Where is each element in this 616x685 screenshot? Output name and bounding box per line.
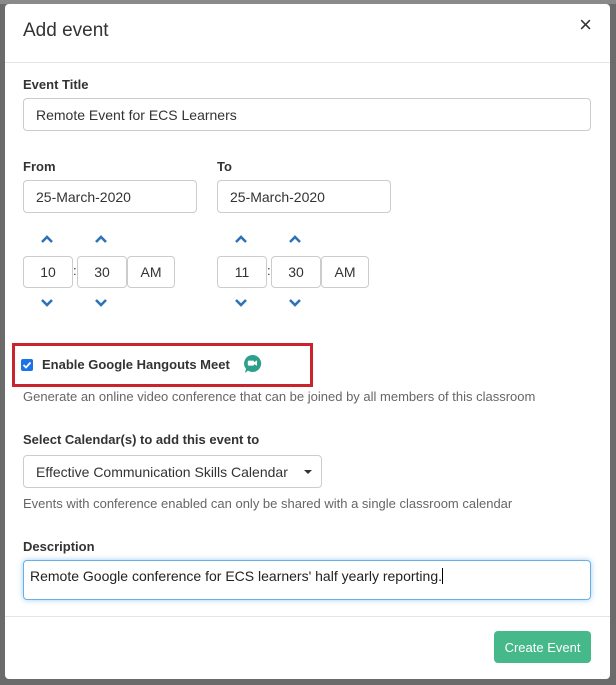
create-event-button[interactable]: Create Event: [494, 631, 591, 663]
event-title-input[interactable]: Remote Event for ECS Learners: [23, 98, 591, 131]
calendar-label: Select Calendar(s) to add this event to: [23, 432, 260, 447]
calendar-dropdown[interactable]: Effective Communication Skills Calendar: [23, 455, 322, 488]
hangouts-help-text: Generate an online video conference that…: [23, 389, 536, 404]
from-ampm-toggle[interactable]: AM: [127, 256, 175, 288]
chevron-up-icon: [235, 235, 247, 243]
from-minute-input[interactable]: 30: [77, 256, 127, 288]
chevron-down-icon: [41, 299, 53, 307]
to-minute-increment-button[interactable]: [288, 234, 302, 244]
add-event-modal: Add event × Event Title Remote Event for…: [5, 4, 610, 679]
from-label: From: [23, 159, 56, 174]
to-hour-decrement-button[interactable]: [234, 298, 248, 308]
chevron-down-icon: [95, 299, 107, 307]
calendar-selected-value: Effective Communication Skills Calendar: [36, 463, 288, 480]
to-hour-increment-button[interactable]: [234, 234, 248, 244]
caret-down-icon: [304, 470, 312, 474]
to-ampm-toggle[interactable]: AM: [321, 256, 369, 288]
checkmark-icon: [22, 361, 32, 369]
text-cursor: [442, 568, 443, 584]
google-meet-icon: [243, 354, 262, 374]
to-label: To: [217, 159, 232, 174]
from-hour-input[interactable]: 10: [23, 256, 73, 288]
from-date-input[interactable]: 25-March-2020: [23, 180, 197, 213]
close-button[interactable]: ×: [579, 13, 592, 37]
description-text: Remote Google conference for ECS learner…: [30, 568, 442, 584]
to-date-input[interactable]: 25-March-2020: [217, 180, 391, 213]
chevron-up-icon: [289, 235, 301, 243]
to-hour-input[interactable]: 11: [217, 256, 267, 288]
chevron-down-icon: [235, 299, 247, 307]
hangouts-checkbox[interactable]: [21, 359, 33, 371]
modal-footer: Create Event: [5, 616, 610, 679]
to-minute-decrement-button[interactable]: [288, 298, 302, 308]
description-label: Description: [23, 539, 95, 554]
calendar-help-text: Events with conference enabled can only …: [23, 496, 513, 511]
chevron-down-icon: [289, 299, 301, 307]
description-textarea[interactable]: Remote Google conference for ECS learner…: [23, 560, 591, 600]
hangouts-label[interactable]: Enable Google Hangouts Meet: [42, 357, 230, 372]
from-hour-decrement-button[interactable]: [40, 298, 54, 308]
chevron-up-icon: [41, 235, 53, 243]
chevron-up-icon: [95, 235, 107, 243]
modal-title: Add event: [23, 20, 109, 41]
from-minute-decrement-button[interactable]: [94, 298, 108, 308]
to-minute-input[interactable]: 30: [271, 256, 321, 288]
event-title-label: Event Title: [23, 77, 89, 92]
from-hour-increment-button[interactable]: [40, 234, 54, 244]
modal-header: Add event ×: [5, 4, 610, 63]
from-minute-increment-button[interactable]: [94, 234, 108, 244]
